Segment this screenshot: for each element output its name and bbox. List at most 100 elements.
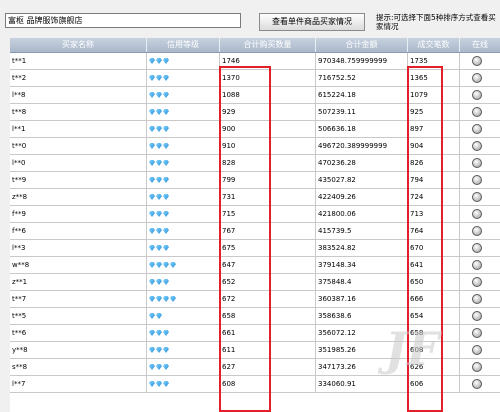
total-amount-cell: 360387.16	[316, 291, 408, 308]
online-status-radio[interactable]	[472, 226, 482, 236]
credit-level-cell	[147, 359, 220, 376]
online-status-radio[interactable]	[472, 73, 482, 83]
column-header-buyer-name[interactable]: 买家名称	[10, 38, 147, 52]
table-row[interactable]: w**8 647 379148.34 641	[10, 257, 500, 274]
online-status-radio[interactable]	[472, 345, 482, 355]
table-row[interactable]: s**8 627 347173.26 626	[10, 359, 500, 376]
buyer-name-cell: f**9	[10, 206, 147, 223]
table-row[interactable]: y**8 611 351985.26 608	[10, 342, 500, 359]
buyer-name-cell: t**9	[10, 172, 147, 189]
diamond-icon	[156, 58, 162, 64]
total-amount-cell: 716752.52	[316, 70, 408, 87]
column-header-credit-level[interactable]: 信用等级	[147, 38, 220, 52]
diamond-icon	[156, 109, 162, 115]
total-amount-cell: 347173.26	[316, 359, 408, 376]
table-row[interactable]: l**7 608 334060.91 606	[10, 376, 500, 393]
table-header: 买家名称 信用等级 合计购买数量 合计金额 成交笔数 在线	[10, 38, 500, 53]
table-row[interactable]: t**8 929 507239.11 925	[10, 104, 500, 121]
diamond-icon	[163, 143, 169, 149]
online-status-radio[interactable]	[472, 294, 482, 304]
table-row[interactable]: l**0 828 470236.28 826	[10, 155, 500, 172]
online-status-radio[interactable]	[472, 107, 482, 117]
table-row[interactable]: t**7 672 360387.16 666	[10, 291, 500, 308]
table-row[interactable]: f**6 767 415739.5 764	[10, 223, 500, 240]
table-row[interactable]: l**8 1088 615224.18 1079	[10, 87, 500, 104]
buyer-name-cell: l**8	[10, 87, 147, 104]
table-row[interactable]: l**3 675 383524.82 670	[10, 240, 500, 257]
total-quantity-cell: 1370	[220, 70, 316, 87]
diamond-icon	[170, 296, 176, 302]
table-row[interactable]: z**8 731 422409.26 724	[10, 189, 500, 206]
buyer-name-cell: t**8	[10, 104, 147, 121]
online-status-radio[interactable]	[472, 379, 482, 389]
total-quantity-cell: 661	[220, 325, 316, 342]
view-single-item-buyers-button[interactable]: 查看单件商品买家情况	[259, 13, 365, 31]
buyer-name-cell: t**6	[10, 325, 147, 342]
diamond-icon	[163, 211, 169, 217]
table-row[interactable]: z**1 652 375848.4 650	[10, 274, 500, 291]
table-row[interactable]: f**9 715 421800.06 713	[10, 206, 500, 223]
deal-count-cell: 666	[408, 291, 460, 308]
deal-count-cell: 764	[408, 223, 460, 240]
table-row[interactable]: t**5 658 358638.6 654	[10, 308, 500, 325]
buyer-name-cell: y**8	[10, 342, 147, 359]
column-header-total-quantity[interactable]: 合计购买数量	[220, 38, 316, 52]
total-quantity-cell: 608	[220, 376, 316, 393]
total-quantity-cell: 658	[220, 308, 316, 325]
buyer-name-cell: l**3	[10, 240, 147, 257]
online-cell	[460, 359, 500, 376]
total-amount-cell: 375848.4	[316, 274, 408, 291]
online-status-radio[interactable]	[472, 311, 482, 321]
table-row[interactable]: t**6 661 356072.12 658	[10, 325, 500, 342]
total-amount-cell: 615224.18	[316, 87, 408, 104]
online-status-radio[interactable]	[472, 277, 482, 287]
online-cell	[460, 325, 500, 342]
total-quantity-cell: 910	[220, 138, 316, 155]
online-status-radio[interactable]	[472, 56, 482, 66]
online-status-radio[interactable]	[472, 90, 482, 100]
online-status-radio[interactable]	[472, 141, 482, 151]
table-row[interactable]: t**2 1370 716752.52 1365	[10, 70, 500, 87]
column-header-total-amount[interactable]: 合计金额	[316, 38, 408, 52]
online-status-radio[interactable]	[472, 362, 482, 372]
buyer-name-cell: z**1	[10, 274, 147, 291]
diamond-icon	[156, 126, 162, 132]
online-status-radio[interactable]	[472, 175, 482, 185]
credit-level-cell	[147, 104, 220, 121]
diamond-icon	[149, 330, 155, 336]
table-row[interactable]: l**1 900 506636.18 897	[10, 121, 500, 138]
online-cell	[460, 240, 500, 257]
credit-level-cell	[147, 308, 220, 325]
online-status-radio[interactable]	[472, 192, 482, 202]
total-quantity-cell: 767	[220, 223, 316, 240]
credit-level-cell	[147, 138, 220, 155]
buyer-name-cell: w**8	[10, 257, 147, 274]
online-status-radio[interactable]	[472, 209, 482, 219]
online-cell	[460, 342, 500, 359]
online-status-radio[interactable]	[472, 328, 482, 338]
credit-level-cell	[147, 121, 220, 138]
total-quantity-cell: 1088	[220, 87, 316, 104]
diamond-icon	[163, 228, 169, 234]
total-quantity-cell: 647	[220, 257, 316, 274]
deal-count-cell: 658	[408, 325, 460, 342]
deal-count-cell: 925	[408, 104, 460, 121]
online-status-radio[interactable]	[472, 260, 482, 270]
total-amount-cell: 334060.91	[316, 376, 408, 393]
buyer-name-cell: t**7	[10, 291, 147, 308]
deal-count-cell: 626	[408, 359, 460, 376]
credit-level-cell	[147, 274, 220, 291]
online-status-radio[interactable]	[472, 124, 482, 134]
shop-name-field[interactable]: 富枢 品牌服饰旗舰店	[5, 13, 241, 28]
hint-text: 提示:可选择下面5种排序方式查看买家情况	[376, 13, 496, 31]
table-row[interactable]: t**1 1746 970348.759999999 1735	[10, 53, 500, 70]
buyer-name-cell: t**5	[10, 308, 147, 325]
table-row[interactable]: t**0 910 496720.389999999 904	[10, 138, 500, 155]
credit-level-cell	[147, 155, 220, 172]
column-header-deal-count[interactable]: 成交笔数	[408, 38, 460, 52]
online-status-radio[interactable]	[472, 158, 482, 168]
table-row[interactable]: t**9 799 435027.82 794	[10, 172, 500, 189]
deal-count-cell: 654	[408, 308, 460, 325]
online-status-radio[interactable]	[472, 243, 482, 253]
column-header-online[interactable]: 在线	[460, 38, 500, 52]
